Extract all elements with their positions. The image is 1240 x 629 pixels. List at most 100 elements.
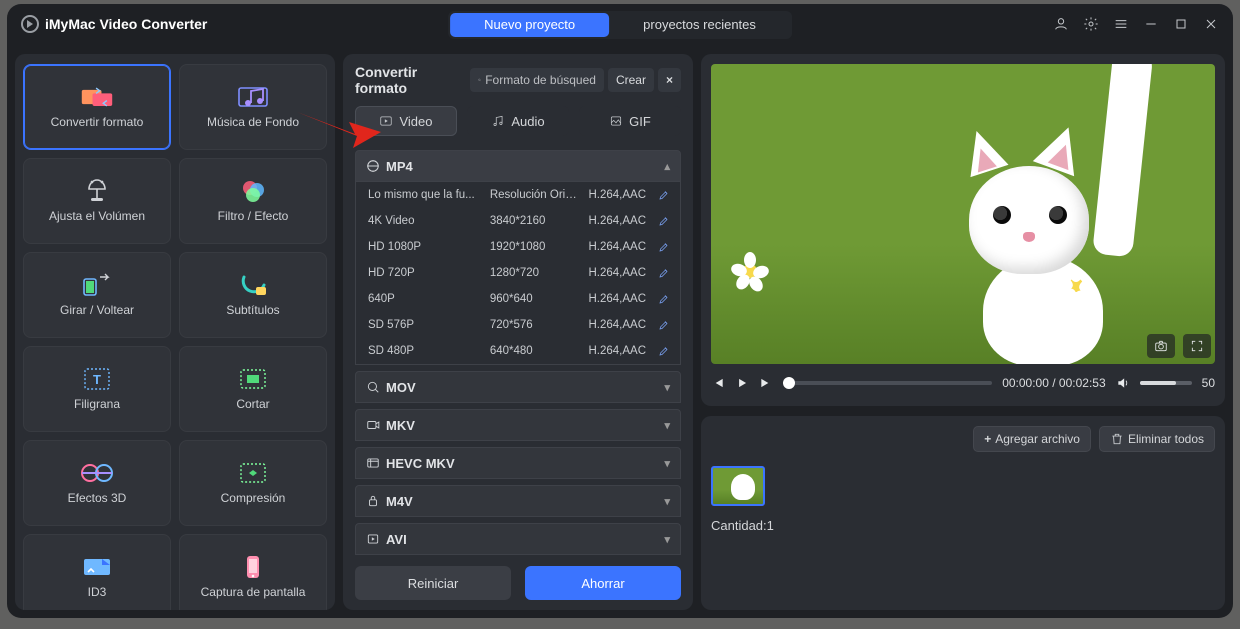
tool-card-watermark[interactable]: TFiligrana <box>23 346 171 432</box>
tool-card-label: Girar / Voltear <box>60 303 134 317</box>
app-logo-icon <box>21 15 39 33</box>
tool-card-id3[interactable]: ID3 <box>23 534 171 610</box>
volume-value: 50 <box>1202 376 1215 390</box>
edit-format-icon[interactable] <box>658 241 670 253</box>
format-group-hevc-mkv[interactable]: HEVC MKV▾ <box>355 447 681 479</box>
time-display: 00:00:00 / 00:02:53 <box>1002 376 1105 390</box>
format-row-resolution: 1280*720 <box>490 267 583 279</box>
seek-track[interactable] <box>783 381 992 385</box>
format-row[interactable]: HD 1080P1920*1080H.264,AAC <box>356 234 680 260</box>
fullscreen-button[interactable] <box>1183 334 1211 358</box>
preview-image-content <box>943 136 1133 326</box>
seek-handle[interactable] <box>783 377 795 389</box>
format-group-m4v[interactable]: M4V▾ <box>355 485 681 517</box>
minimize-icon[interactable] <box>1143 16 1159 32</box>
format-row[interactable]: HD 720P 1280*720 H.264,AAC <box>356 260 680 286</box>
tool-card-label: Convertir formato <box>51 115 144 129</box>
format-row-resolution: 720*576 <box>490 319 583 331</box>
cut-icon <box>236 367 270 391</box>
tool-card-label: Efectos 3D <box>68 491 127 505</box>
effects-3d-icon <box>80 461 114 485</box>
app-title: iMyMac Video Converter <box>45 16 207 32</box>
edit-format-icon[interactable] <box>658 293 670 305</box>
prev-button[interactable] <box>711 376 725 390</box>
reset-button[interactable]: Reiniciar <box>355 566 511 600</box>
format-row[interactable]: 4K Video3840*2160H.264,AAC <box>356 208 680 234</box>
format-row-resolution: 1920*1080 <box>490 241 583 253</box>
format-row-codec: H.264,AAC <box>588 293 646 305</box>
format-row-codec: H.264,AAC <box>588 345 646 357</box>
format-row-codec: H.264,AAC <box>588 267 646 279</box>
tool-card-screenshot[interactable]: Captura de pantalla <box>179 534 327 610</box>
edit-format-icon[interactable] <box>658 319 670 331</box>
tool-card-label: ID3 <box>88 585 107 599</box>
tool-card-label: Filtro / Efecto <box>218 209 289 223</box>
volume-slider[interactable] <box>1140 381 1192 385</box>
add-file-button[interactable]: +Agregar archivo <box>973 426 1091 452</box>
chevron-down-icon: ▾ <box>664 533 670 546</box>
tool-card-filter-effect[interactable]: Filtro / Efecto <box>179 158 327 244</box>
tool-card-label: Captura de pantalla <box>201 585 306 599</box>
format-panel-title: Convertir formato <box>355 64 462 96</box>
tab-video[interactable]: Video <box>355 106 457 136</box>
video-preview: 00:00:00 / 00:02:53 50 <box>701 54 1225 406</box>
format-row-label: Lo mismo que la fu... <box>368 189 484 201</box>
edit-format-icon[interactable] <box>658 267 670 279</box>
format-row-label: HD 720P <box>368 267 484 279</box>
menu-icon[interactable] <box>1113 16 1129 32</box>
maximize-icon[interactable] <box>1173 16 1189 32</box>
format-row-resolution: 3840*2160 <box>490 215 583 227</box>
edit-format-icon[interactable] <box>658 345 670 357</box>
format-row[interactable]: SD 480P640*480H.264,AAC <box>356 338 680 364</box>
remove-all-button[interactable]: Eliminar todos <box>1099 426 1215 452</box>
file-panel: +Agregar archivo Eliminar todos Cantidad… <box>701 416 1225 610</box>
tool-sidebar: Convertir formato Música de Fondo Ajusta e… <box>15 54 335 610</box>
format-group-mkv[interactable]: MKV▾ <box>355 409 681 441</box>
tool-card-cut[interactable]: Cortar <box>179 346 327 432</box>
format-row-label: HD 1080P <box>368 241 484 253</box>
tool-card-label: Música de Fondo <box>207 115 299 129</box>
settings-icon[interactable] <box>1083 16 1099 32</box>
tool-card-convert-format[interactable]: Convertir formato <box>23 64 171 150</box>
tab-gif[interactable]: GIF <box>579 106 681 136</box>
tool-card-effects-3d[interactable]: Efectos 3D <box>23 440 171 526</box>
format-row-label: 640P <box>368 293 484 305</box>
format-row-codec: H.264,AAC <box>588 215 646 227</box>
account-icon[interactable] <box>1053 16 1069 32</box>
trash-icon <box>1110 432 1124 446</box>
tab-audio[interactable]: Audio <box>467 106 569 136</box>
tool-card-background-music[interactable]: Música de Fondo <box>179 64 327 150</box>
svg-text:T: T <box>93 372 101 387</box>
create-format-button[interactable]: Crear <box>608 68 654 92</box>
format-group-mov[interactable]: MOV▾ <box>355 371 681 403</box>
tool-card-label: Cortar <box>236 397 269 411</box>
format-group-avi[interactable]: AVI▾ <box>355 523 681 555</box>
tool-card-subtitles[interactable]: Subtítulos <box>179 252 327 338</box>
recent-projects-button[interactable]: proyectos recientes <box>609 13 790 37</box>
save-button[interactable]: Ahorrar <box>525 566 681 600</box>
snapshot-button[interactable] <box>1147 334 1175 358</box>
new-project-button[interactable]: Nuevo proyecto <box>450 13 609 37</box>
format-group-mp4[interactable]: MP4▴ <box>355 150 681 182</box>
edit-format-icon[interactable] <box>658 189 670 201</box>
play-button[interactable] <box>735 376 749 390</box>
file-thumbnail[interactable] <box>711 466 771 506</box>
tool-card-rotate-flip[interactable]: Girar / Voltear <box>23 252 171 338</box>
chevron-down-icon: ▾ <box>664 381 670 394</box>
app-window: iMyMac Video Converter Nuevo proyecto pr… <box>7 4 1233 618</box>
close-icon[interactable] <box>1203 16 1219 32</box>
format-search-input[interactable]: Formato de búsqued <box>470 68 604 92</box>
format-row-codec: H.264,AAC <box>588 319 646 331</box>
format-row[interactable]: Lo mismo que la fu...Resolución Original… <box>356 182 680 208</box>
edit-format-icon[interactable] <box>658 215 670 227</box>
close-format-panel-button[interactable]: × <box>658 68 681 92</box>
adjust-volume-icon <box>80 179 114 203</box>
format-row-resolution: 960*640 <box>490 293 583 305</box>
search-icon <box>478 73 481 87</box>
next-button[interactable] <box>759 376 773 390</box>
format-row[interactable]: SD 576P720*576H.264,AAC <box>356 312 680 338</box>
tool-card-adjust-volume[interactable]: Ajusta el Volúmen <box>23 158 171 244</box>
volume-icon[interactable] <box>1116 376 1130 390</box>
tool-card-compression[interactable]: Compresión <box>179 440 327 526</box>
format-row[interactable]: 640P 960*640 H.264,AAC <box>356 286 680 312</box>
